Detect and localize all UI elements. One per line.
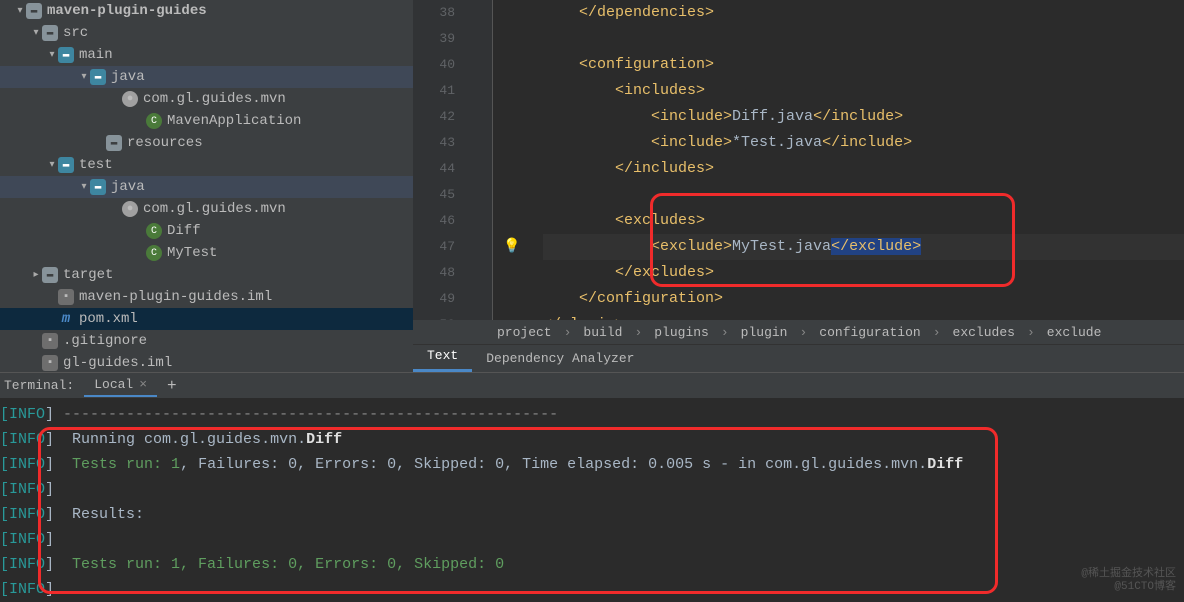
- tree-item[interactable]: MavenApplication: [0, 110, 413, 132]
- terminal-output[interactable]: [INFO] ---------------------------------…: [0, 398, 1184, 602]
- new-terminal-button[interactable]: +: [167, 377, 177, 395]
- terminal-tab-local[interactable]: Local×: [84, 374, 157, 397]
- tree-item[interactable]: ▾▬java: [0, 176, 413, 198]
- xml-includes-close: </includes>: [615, 160, 714, 177]
- tree-item[interactable]: ▾▬main: [0, 44, 413, 66]
- tree-item[interactable]: ▪maven-plugin-guides.iml: [0, 286, 413, 308]
- tree-item[interactable]: ▾▬src: [0, 22, 413, 44]
- tree-item[interactable]: mpom.xml: [0, 308, 413, 330]
- xml-close-deps: </dependencies>: [579, 4, 714, 21]
- xml-configuration-open: <configuration>: [579, 56, 714, 73]
- breadcrumb-item[interactable]: project: [497, 325, 552, 340]
- xml-includes-open: <includes>: [615, 82, 705, 99]
- code-content[interactable]: </dependencies> <configuration> <include…: [493, 0, 1184, 320]
- editor: 38394041424344454647484950 </dependencie…: [413, 0, 1184, 372]
- lightbulb-icon[interactable]: 💡: [503, 234, 520, 260]
- fold-gutter[interactable]: [473, 0, 493, 320]
- breadcrumb-item[interactable]: exclude: [1047, 325, 1102, 340]
- tree-item[interactable]: Diff: [0, 220, 413, 242]
- breadcrumb-item[interactable]: excludes: [953, 325, 1015, 340]
- terminal-label: Terminal:: [4, 378, 74, 393]
- tab-dependency-analyzer[interactable]: Dependency Analyzer: [472, 345, 648, 372]
- tree-item[interactable]: ●com.gl.guides.mvn: [0, 88, 413, 110]
- breadcrumb-item[interactable]: configuration: [819, 325, 920, 340]
- xml-plugin-close: </plugin>: [543, 316, 624, 320]
- tree-item[interactable]: ▬resources: [0, 132, 413, 154]
- close-icon[interactable]: ×: [139, 377, 147, 392]
- breadcrumb-item[interactable]: plugins: [654, 325, 709, 340]
- tree-item[interactable]: ▾▬test: [0, 154, 413, 176]
- line-gutter: 38394041424344454647484950: [413, 0, 473, 320]
- xml-excludes-open: <excludes>: [615, 212, 705, 229]
- xml-configuration-close: </configuration>: [579, 290, 723, 307]
- tree-item[interactable]: ●com.gl.guides.mvn: [0, 198, 413, 220]
- breadcrumb[interactable]: project›build›plugins›plugin›configurati…: [413, 320, 1184, 344]
- xml-excludes-close: </excludes>: [615, 264, 714, 281]
- editor-bottom-tabs: Text Dependency Analyzer: [413, 344, 1184, 372]
- tab-text[interactable]: Text: [413, 342, 472, 372]
- tree-item[interactable]: ▸▬target: [0, 264, 413, 286]
- project-tree[interactable]: ▾▬maven-plugin-guides▾▬src▾▬main▾▬java●c…: [0, 0, 413, 372]
- watermark: @稀土掘金技术社区@51CTO博客: [1081, 568, 1176, 594]
- tree-item[interactable]: ▾▬maven-plugin-guides: [0, 0, 413, 22]
- tree-item[interactable]: ▪gl-guides.iml: [0, 352, 413, 372]
- breadcrumb-item[interactable]: plugin: [741, 325, 788, 340]
- breadcrumb-item[interactable]: build: [583, 325, 622, 340]
- tree-item[interactable]: MyTest: [0, 242, 413, 264]
- tree-item[interactable]: ▾▬java: [0, 66, 413, 88]
- terminal-panel: Terminal: Local× + [INFO] --------------…: [0, 372, 1184, 602]
- tree-item[interactable]: ▪.gitignore: [0, 330, 413, 352]
